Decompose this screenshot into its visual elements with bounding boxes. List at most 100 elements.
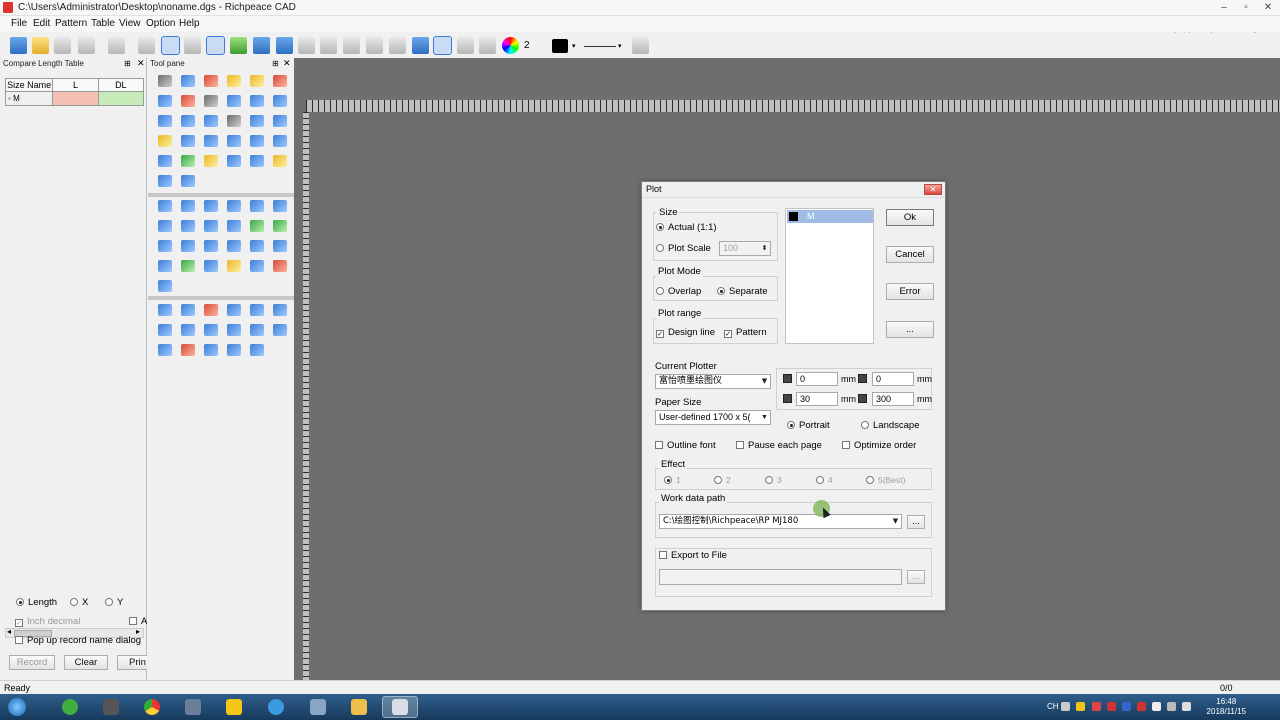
pattern-view-icon[interactable] <box>206 36 225 55</box>
brush-tool-icon[interactable] <box>222 256 245 276</box>
menu-file[interactable]: File <box>11 18 27 29</box>
size-list[interactable]: M <box>785 208 874 344</box>
menu-option[interactable]: Option <box>146 18 175 29</box>
row-size-cell[interactable]: ◦ M <box>6 92 54 105</box>
chevron-down-icon[interactable]: ▼ <box>759 375 770 388</box>
frame-tool-icon[interactable] <box>199 256 222 276</box>
protractor-tool-icon[interactable] <box>176 131 199 151</box>
bottom-margin-input[interactable]: 0 <box>872 372 914 386</box>
divide-tool-icon[interactable] <box>245 111 268 131</box>
design-line-checkbox[interactable]: ✓ Design line <box>656 327 715 338</box>
close-window-button[interactable]: ✕ <box>1258 1 1278 14</box>
tray-icon[interactable] <box>1137 702 1146 711</box>
chevron-down-icon[interactable]: ▾ <box>572 42 576 50</box>
button-hole-tool-icon[interactable] <box>176 216 199 236</box>
knot-tool-icon[interactable] <box>268 256 291 276</box>
fabric-tool-icon[interactable] <box>222 216 245 236</box>
menu-help[interactable]: Help <box>179 18 200 29</box>
work-data-path-select[interactable]: C:\绘图控制\Richpeace\RP MJ180 ▼ <box>659 514 902 529</box>
plot-scale-radio[interactable]: Plot Scale <box>656 243 711 254</box>
taskbar-player-app[interactable] <box>216 696 252 718</box>
portrait-radio[interactable]: Portrait <box>787 420 830 431</box>
rotate-tool-icon[interactable] <box>268 131 291 151</box>
effect-4-radio[interactable]: 4 <box>816 475 833 485</box>
close-icon[interactable]: ✕ <box>283 58 291 69</box>
start-button[interactable] <box>2 696 32 718</box>
taskbar-film-app[interactable] <box>93 696 129 718</box>
piece-tool-icon[interactable] <box>199 196 222 216</box>
actual-radio[interactable]: Actual (1:1) <box>656 222 717 233</box>
spiral-tool-icon[interactable] <box>245 151 268 171</box>
taskbar-tool-app[interactable] <box>175 696 211 718</box>
taskbar-clock[interactable]: 16:48 2018/11/15 <box>1207 697 1246 717</box>
move-tool-icon[interactable] <box>245 300 268 320</box>
split-tool-icon[interactable] <box>199 300 222 320</box>
edge-tool-icon[interactable] <box>268 300 291 320</box>
popup-record-checkbox[interactable]: Pop up record name dialog <box>15 635 141 646</box>
turn-tool-icon[interactable] <box>176 236 199 256</box>
copy-tool-icon[interactable] <box>245 131 268 151</box>
menu-view[interactable]: View <box>119 18 141 29</box>
box-tool-icon[interactable] <box>245 320 268 340</box>
grain-tool-icon[interactable] <box>268 196 291 216</box>
point-icon[interactable] <box>298 37 315 54</box>
corner-tool-icon[interactable] <box>176 300 199 320</box>
angle-tool-icon[interactable] <box>222 91 245 111</box>
notch-tool-icon[interactable] <box>222 196 245 216</box>
arch-tool-icon[interactable] <box>153 340 176 360</box>
effect-2-radio[interactable]: 2 <box>714 475 731 485</box>
pocket-tool-icon[interactable] <box>222 236 245 256</box>
ruler-icon[interactable] <box>412 37 429 54</box>
star-icon[interactable] <box>433 36 452 55</box>
tray-icon[interactable] <box>1076 702 1085 711</box>
chevron-down-icon[interactable]: ▼ <box>759 411 770 424</box>
dialog-close-button[interactable]: ✕ <box>924 184 942 195</box>
label-tool-icon[interactable] <box>199 320 222 340</box>
effect-1-radio[interactable]: 1 <box>664 475 681 485</box>
list-item[interactable]: M <box>787 210 873 223</box>
array-tool-icon[interactable] <box>199 131 222 151</box>
tray-icon[interactable] <box>1092 702 1101 711</box>
help-icon[interactable] <box>632 37 649 54</box>
menu-table[interactable]: Table <box>91 18 115 29</box>
top-margin-input[interactable]: 0 <box>796 372 838 386</box>
taskbar-blue-app[interactable] <box>300 696 336 718</box>
separate-radio[interactable]: Separate <box>717 286 768 297</box>
image-tool-icon[interactable] <box>245 216 268 236</box>
export-to-file-checkbox[interactable]: Export to File <box>657 550 729 561</box>
menu-edit[interactable]: Edit <box>33 18 50 29</box>
ruler-vertical-tool-icon[interactable] <box>153 171 176 191</box>
curve-tool-icon[interactable] <box>268 91 291 111</box>
scissors-tool-icon[interactable] <box>176 91 199 111</box>
line-width-value[interactable]: 2 <box>524 40 530 51</box>
tray-icon[interactable] <box>1107 702 1116 711</box>
frame-select-tool-icon[interactable] <box>153 300 176 320</box>
right-margin-input[interactable]: 300 <box>872 392 914 406</box>
bracket-tool-icon[interactable] <box>222 340 245 360</box>
pattern-checkbox[interactable]: ✓ Pattern <box>724 327 767 338</box>
pencil-tool-icon[interactable] <box>222 71 245 91</box>
smart-pen-tool-icon[interactable] <box>199 71 222 91</box>
line-tool-icon[interactable] <box>199 91 222 111</box>
more-button[interactable]: ... <box>886 321 934 338</box>
text-a-tool-icon[interactable] <box>268 111 291 131</box>
circle-tool-icon[interactable] <box>245 91 268 111</box>
chevron-down-icon[interactable]: ▾ <box>618 42 622 50</box>
drop-tool-icon[interactable] <box>245 236 268 256</box>
stack-tool-icon[interactable] <box>153 276 176 296</box>
left-margin-input[interactable]: 30 <box>796 392 838 406</box>
current-plotter-select[interactable]: 富怡喷墨绘图仪 ▼ <box>655 374 771 389</box>
measure-icon[interactable] <box>366 37 383 54</box>
scale-tool-icon[interactable] <box>222 111 245 131</box>
ime-indicator[interactable]: CH <box>1047 702 1059 711</box>
l-cell[interactable] <box>53 92 99 105</box>
shield-icon[interactable] <box>230 37 247 54</box>
pen-slash-tool-icon[interactable] <box>176 340 199 360</box>
design-table-icon[interactable] <box>161 36 180 55</box>
link-tool-icon[interactable] <box>199 111 222 131</box>
hook-tool-icon[interactable] <box>245 340 268 360</box>
network-icon[interactable] <box>1152 702 1161 711</box>
adjust-tool-icon[interactable] <box>176 71 199 91</box>
chevron-down-icon[interactable]: ▼ <box>890 515 901 528</box>
pen-icon[interactable] <box>138 37 155 54</box>
